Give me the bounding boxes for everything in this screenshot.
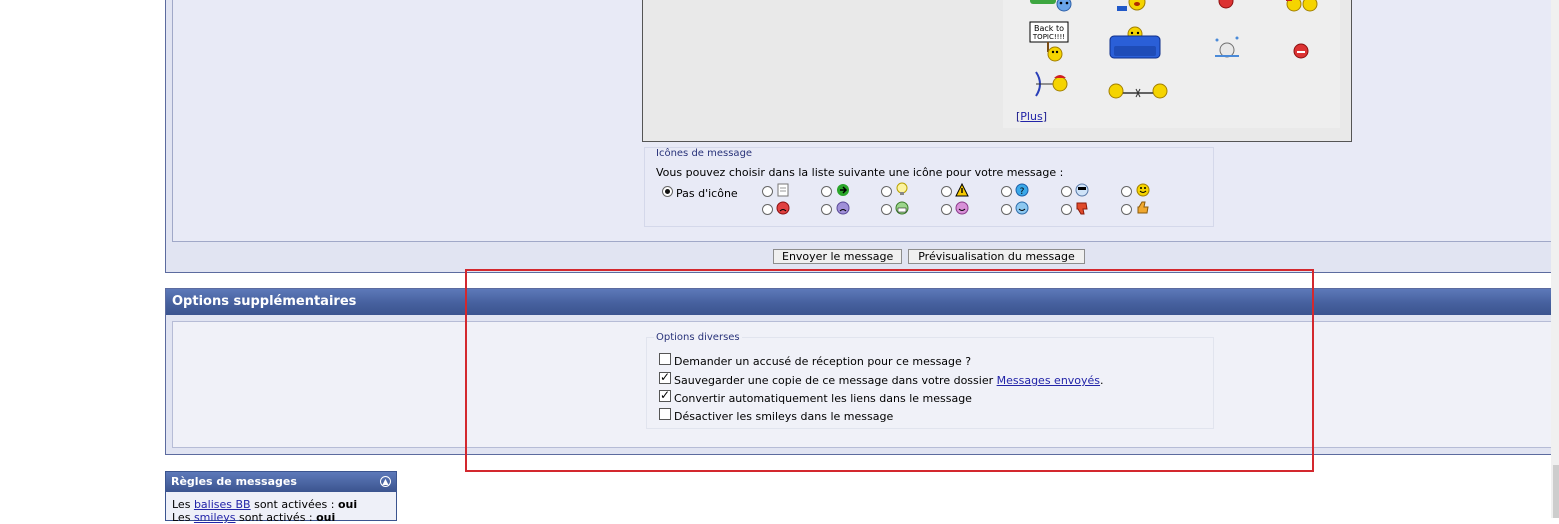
rule-bbcode: Les balises BB sont activées : oui: [172, 498, 358, 511]
warning-icon: [955, 183, 969, 197]
radio-icon-angry[interactable]: [762, 204, 773, 215]
radio-icon-happy[interactable]: [941, 204, 952, 215]
radio-icon-arrow[interactable]: [821, 186, 832, 197]
radio-icon-cool[interactable]: [1061, 186, 1072, 197]
thumbs-up-icon: [1137, 201, 1149, 214]
scrollbar-track[interactable]: [1551, 0, 1559, 518]
angry-red-smiley-icon[interactable]: [1217, 0, 1235, 10]
thumbs-down-icon: [1076, 202, 1088, 215]
bbcode-link[interactable]: balises BB: [194, 498, 251, 511]
radio-icon-warning[interactable]: [941, 186, 952, 197]
rules-header: Règles de messages: [166, 472, 396, 492]
sweating-smiley-icon[interactable]: [1211, 34, 1243, 62]
lightbulb-icon: [896, 182, 908, 195]
sad-icon: [836, 201, 850, 215]
question-icon: ?: [1015, 183, 1029, 197]
arrow-right-icon: [837, 184, 849, 196]
reading-smiley-icon[interactable]: [1115, 0, 1151, 14]
scrollbar-thumb[interactable]: [1553, 465, 1559, 518]
document-icon: [777, 183, 789, 197]
radio-icon-document[interactable]: [762, 186, 773, 197]
radio-icon-sad[interactable]: [821, 204, 832, 215]
radio-icon-question[interactable]: [1001, 186, 1012, 197]
radio-no-icon[interactable]: [662, 186, 673, 197]
tug-of-war-smileys-icon[interactable]: [1108, 80, 1168, 102]
archer-smiley-icon[interactable]: [1032, 70, 1072, 98]
back-to-topic-sign-icon[interactable]: Back to TOPIC!!!!: [1028, 20, 1072, 64]
radio-icon-blue-smile[interactable]: [1001, 204, 1012, 215]
no-icon-label: Pas d'icône: [676, 187, 738, 200]
cool-smiley-icon: [1075, 183, 1089, 197]
couch-smiley-icon[interactable]: [1106, 26, 1164, 62]
message-icons-legend: Icônes de message: [654, 148, 755, 159]
preview-message-button[interactable]: Prévisualisation du message: [908, 249, 1085, 264]
blue-smile-icon: [1015, 201, 1029, 215]
collapse-icon[interactable]: ▲: [380, 476, 391, 487]
radio-icon-thumbs-down[interactable]: [1061, 204, 1072, 215]
radio-icon-smile[interactable]: [1121, 186, 1132, 197]
mad-red-smiley-icon[interactable]: [1291, 41, 1311, 61]
send-message-button[interactable]: Envoyer le message: [773, 249, 902, 264]
message-icons-prompt: Vous pouvez choisir dans la liste suivan…: [656, 166, 1064, 179]
plus-link-text[interactable]: Plus: [1020, 110, 1042, 123]
radio-icon-lightbulb[interactable]: [881, 186, 892, 197]
grin-icon: [895, 201, 909, 215]
angry-icon: [776, 201, 790, 215]
smile-icon: [1136, 183, 1150, 197]
svg-text:?: ?: [1020, 187, 1025, 197]
svg-text:TOPIC!!!!: TOPIC!!!!: [1032, 33, 1065, 41]
happy-icon: [955, 201, 969, 215]
fighting-smileys-icon[interactable]: [1282, 0, 1322, 14]
more-smileys-link[interactable]: [Plus]: [1016, 110, 1047, 123]
radio-icon-grin[interactable]: [881, 204, 892, 215]
svg-text:Back to: Back to: [1034, 24, 1064, 33]
highlight-box: [465, 269, 1314, 472]
text-bubble-smiley-icon[interactable]: [1028, 0, 1074, 14]
radio-icon-thumbs-up[interactable]: [1121, 204, 1132, 215]
